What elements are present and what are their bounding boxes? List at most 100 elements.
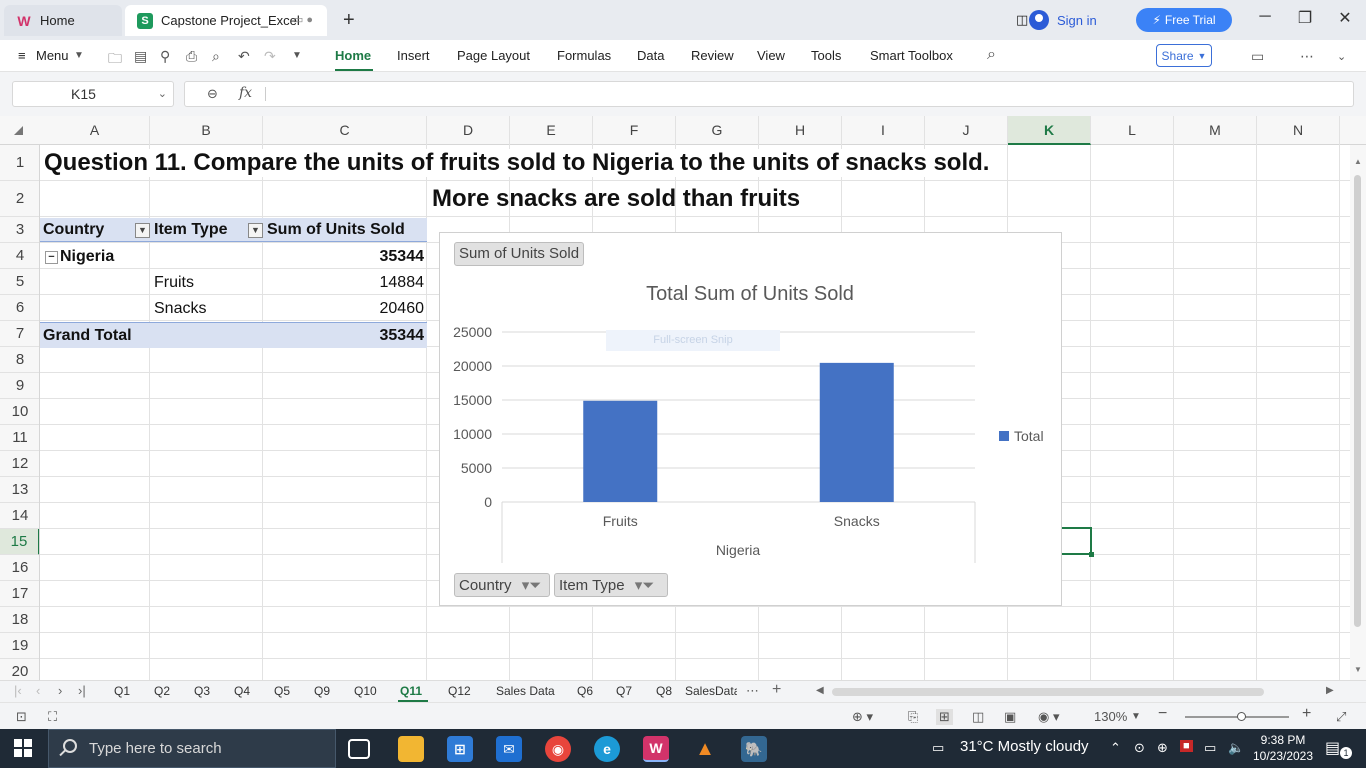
row-header-3[interactable]: 3: [0, 217, 39, 243]
row-header-5[interactable]: 5: [0, 269, 39, 295]
sheet-tab-sales-data[interactable]: Sales Data: [496, 684, 555, 698]
column-header-m[interactable]: M: [1174, 116, 1257, 145]
quick-access-chevron-icon[interactable]: ▼: [292, 50, 302, 61]
menu-button[interactable]: Menu: [36, 48, 69, 63]
next-sheet-icon[interactable]: ›: [58, 683, 62, 698]
restore-icon[interactable]: ❐: [1292, 8, 1318, 28]
tab-document[interactable]: S Capstone Project_Excel ▭ ●: [125, 5, 327, 36]
comment-icon[interactable]: ▭: [1251, 48, 1264, 65]
name-box-chevron-icon[interactable]: ⌄: [158, 82, 167, 106]
pivot-header-sum[interactable]: Sum of Units Sold: [267, 221, 405, 239]
menu-smart-toolbox[interactable]: Smart Toolbox: [870, 48, 953, 63]
postgresql-icon[interactable]: 🐘: [741, 736, 767, 762]
row-header-16[interactable]: 16: [0, 555, 39, 581]
open-folder-icon[interactable]: 🗀: [108, 48, 122, 72]
column-header-l[interactable]: L: [1091, 116, 1174, 145]
pivot-header-country[interactable]: Country: [43, 221, 104, 239]
chrome-icon[interactable]: ◉: [545, 736, 571, 762]
row-header-13[interactable]: 13: [0, 477, 39, 503]
pivot-header-item-type[interactable]: Item Type: [154, 221, 228, 239]
menu-page-layout[interactable]: Page Layout: [457, 48, 530, 63]
column-header-i[interactable]: I: [842, 116, 925, 145]
pivot-item-value[interactable]: 14884: [380, 274, 425, 292]
network-globe-icon[interactable]: ⊕: [1157, 740, 1168, 756]
pivot-chart[interactable]: Sum of Units Sold Total Sum of Units Sol…: [439, 232, 1062, 606]
sheet-tab-q12[interactable]: Q12: [448, 684, 471, 698]
battery-icon[interactable]: ▭: [1204, 740, 1216, 756]
scroll-up-icon[interactable]: ▲: [1354, 157, 1362, 166]
pivot-group-label[interactable]: Nigeria: [60, 248, 114, 266]
column-header-g[interactable]: G: [676, 116, 759, 145]
menu-formulas[interactable]: Formulas: [557, 48, 611, 63]
menu-chevron-icon[interactable]: ▼: [74, 50, 84, 61]
sheet-tab-q10[interactable]: Q10: [354, 684, 377, 698]
undo-icon[interactable]: ↶: [238, 48, 250, 65]
link-icon[interactable]: ⚲: [160, 48, 170, 65]
antivirus-icon[interactable]: ■: [1180, 740, 1193, 752]
menu-home[interactable]: Home: [335, 48, 371, 63]
page-break-view-icon[interactable]: ◫: [972, 709, 984, 725]
first-sheet-icon[interactable]: |‹: [14, 683, 22, 698]
weather-text[interactable]: 31°C Mostly cloudy: [960, 738, 1089, 755]
wps-office-icon[interactable]: W: [643, 736, 669, 762]
row-header-1[interactable]: 1: [0, 145, 39, 181]
tab-home[interactable]: W Home: [4, 5, 122, 36]
tray-app-icon[interactable]: ⊙: [1134, 740, 1145, 756]
zoom-level[interactable]: 130%: [1094, 709, 1127, 724]
mail-icon[interactable]: ✉: [496, 736, 522, 762]
formula-input[interactable]: ⊖ fx: [184, 81, 1354, 107]
column-header-b[interactable]: B: [150, 116, 263, 145]
row-header-2[interactable]: 2: [0, 181, 39, 217]
task-view-icon[interactable]: [348, 739, 370, 759]
pivot-item-label[interactable]: Fruits: [154, 274, 194, 292]
row-header-6[interactable]: 6: [0, 295, 39, 321]
column-header-e[interactable]: E: [510, 116, 593, 145]
row-header-4[interactable]: 4: [0, 243, 39, 269]
name-box[interactable]: K15 ⌄: [12, 81, 174, 107]
sheet-tab-q7[interactable]: Q7: [616, 684, 632, 698]
pivot-item-value[interactable]: 20460: [380, 300, 425, 318]
eye-protection-icon[interactable]: ◉ ▾: [1038, 709, 1059, 725]
vertical-scrollbar[interactable]: ▲ ▼: [1350, 145, 1366, 680]
taskbar-search[interactable]: Type here to search: [48, 729, 336, 768]
item-type-field-button[interactable]: Item Type ▾⏷: [554, 573, 668, 597]
function-icon[interactable]: fx: [239, 85, 252, 101]
column-header-f[interactable]: F: [593, 116, 676, 145]
menu-view[interactable]: View: [757, 48, 785, 63]
edge-icon[interactable]: e: [594, 736, 620, 762]
row-header-19[interactable]: 19: [0, 633, 39, 659]
sheet-tab-q9[interactable]: Q9: [314, 684, 330, 698]
share-button[interactable]: Share ▼: [1156, 44, 1212, 67]
zoom-slider-thumb[interactable]: [1237, 712, 1246, 721]
file-explorer-icon[interactable]: [398, 736, 424, 762]
pivot-group-value[interactable]: 35344: [380, 248, 425, 266]
row-header-8[interactable]: 8: [0, 347, 39, 373]
column-header-k[interactable]: K: [1008, 116, 1091, 145]
scroll-down-icon[interactable]: ▼: [1354, 665, 1362, 674]
menu-review[interactable]: Review: [691, 48, 734, 63]
macro-icon[interactable]: ⊡: [16, 709, 27, 725]
sheet-tab-q8[interactable]: Q8: [656, 684, 672, 698]
menu-tools[interactable]: Tools: [811, 48, 841, 63]
clock[interactable]: 9:38 PM 10/23/2023: [1251, 732, 1315, 764]
sheet-tab-q1[interactable]: Q1: [114, 684, 130, 698]
column-header-h[interactable]: H: [759, 116, 842, 145]
country-filter-icon[interactable]: ▼: [135, 223, 150, 238]
add-sheet-icon[interactable]: +: [772, 681, 781, 699]
zoom-chevron-icon[interactable]: ▼: [1131, 711, 1141, 722]
row-header-7[interactable]: 7: [0, 321, 39, 347]
tray-expand-icon[interactable]: ⌃: [1110, 740, 1121, 756]
sheet-tab-q3[interactable]: Q3: [194, 684, 210, 698]
row-header-10[interactable]: 10: [0, 399, 39, 425]
sheet-tab-q5[interactable]: Q5: [274, 684, 290, 698]
paging-icon[interactable]: ⎘: [908, 709, 918, 725]
column-header-c[interactable]: C: [263, 116, 427, 145]
windows-start-icon[interactable]: [14, 739, 32, 757]
sheet-tab-q11[interactable]: Q11: [400, 684, 422, 698]
row-header-18[interactable]: 18: [0, 607, 39, 633]
collapse-icon[interactable]: −: [45, 251, 58, 264]
vlc-icon[interactable]: ▲: [692, 736, 718, 762]
column-header-j[interactable]: J: [925, 116, 1008, 145]
more-sheets-icon[interactable]: ⋯: [746, 683, 759, 699]
save-icon[interactable]: ▤: [134, 48, 147, 65]
